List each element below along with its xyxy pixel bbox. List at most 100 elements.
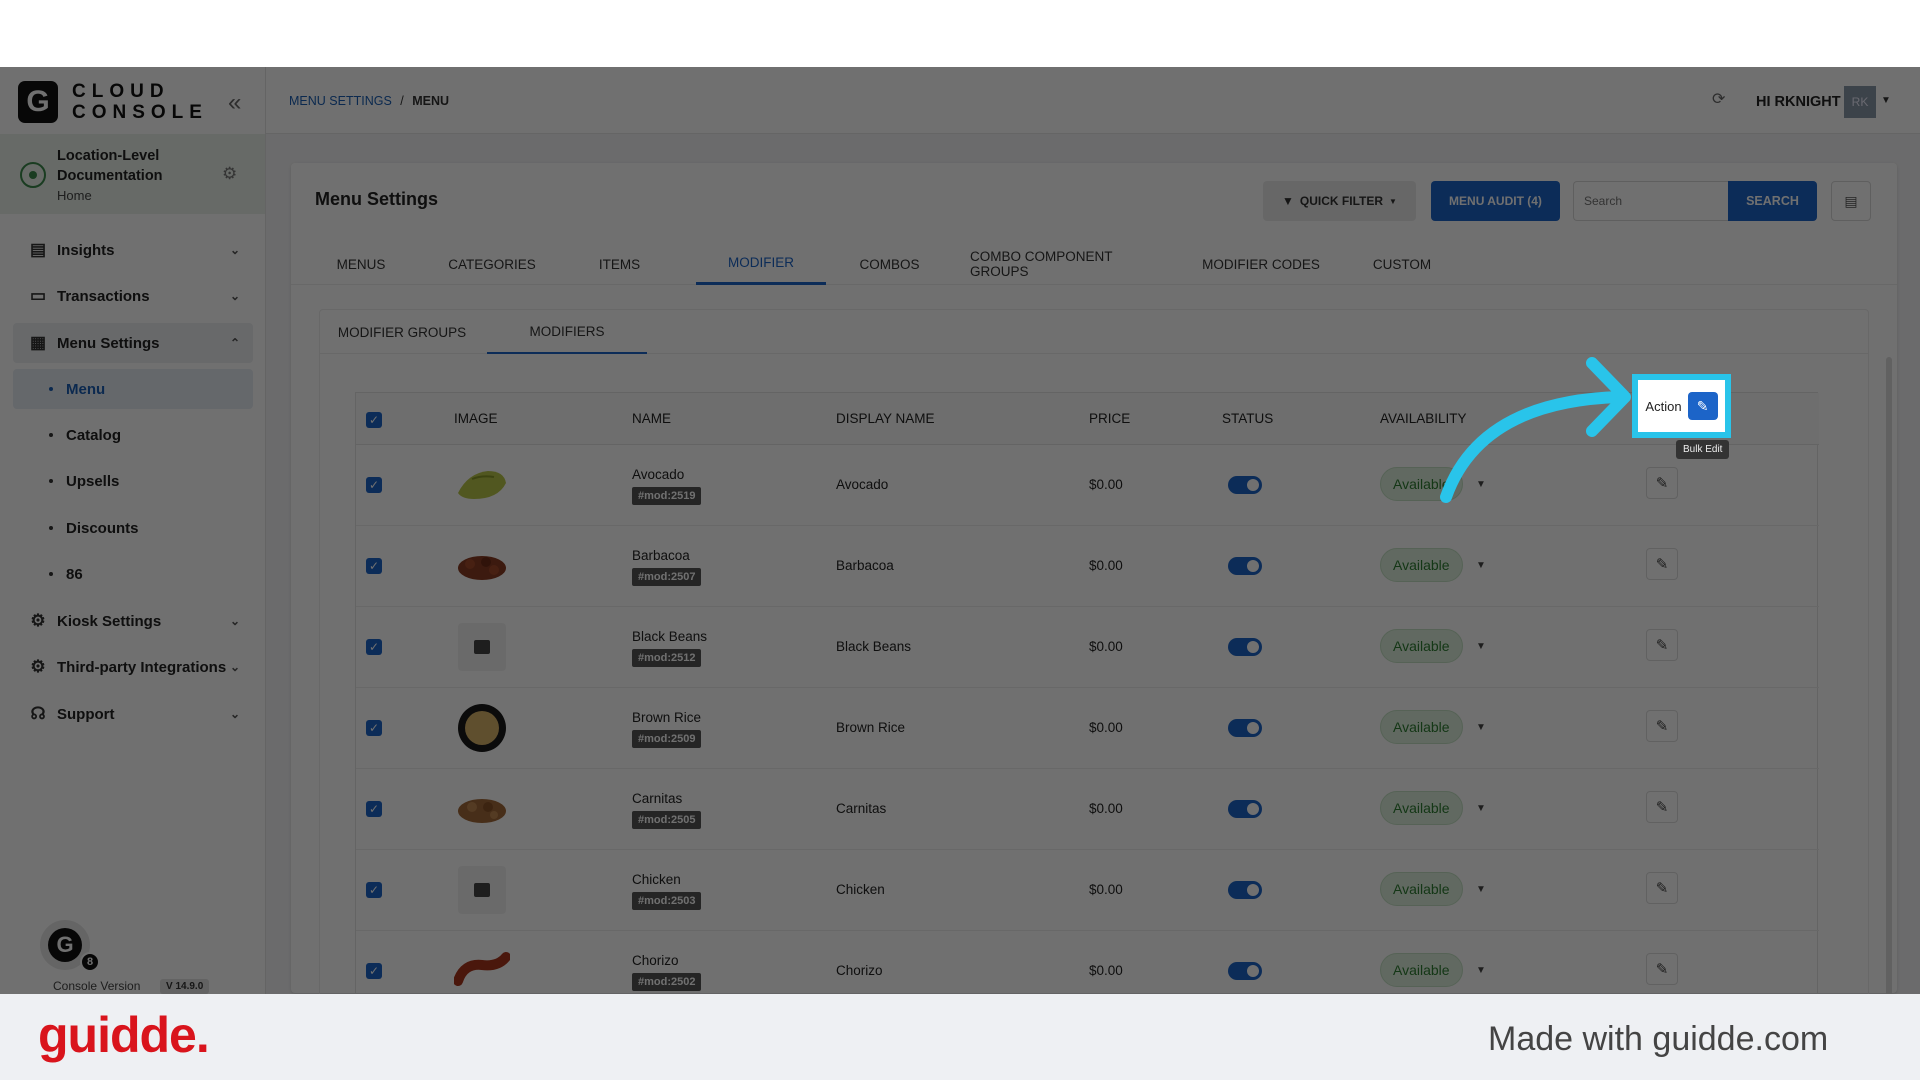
caret-down-icon[interactable]: ▼ (1476, 641, 1486, 652)
tab-combos[interactable]: COMBOS (856, 243, 923, 285)
availability-badge[interactable]: Available (1380, 710, 1463, 744)
tab-items[interactable]: ITEMS (588, 243, 651, 285)
subtab-modifiers[interactable]: MODIFIERS (487, 310, 647, 354)
sub-item-upsells[interactable]: Upsells (0, 461, 265, 501)
availability-badge[interactable]: Available (1380, 791, 1463, 825)
status-toggle[interactable] (1228, 638, 1262, 656)
action-bulk-edit-button[interactable]: Action ✎ (1632, 374, 1731, 438)
top-header: MENU SETTINGS / MENU ⟳ HI RKNIGHT RK ▼ (266, 67, 1920, 134)
tab-modifier-codes[interactable]: MODIFIER CODES (1202, 243, 1320, 285)
avocado-image (454, 461, 510, 509)
edit-icon[interactable]: ✎ (1646, 791, 1678, 823)
edit-icon[interactable]: ✎ (1646, 872, 1678, 904)
row-checkbox[interactable]: ✓ (366, 558, 382, 574)
tab-modifier[interactable]: MODIFIER (696, 243, 826, 285)
table-row[interactable]: ✓ Carnitas #mod:2505 Carnitas $0.00 Avai… (356, 769, 1819, 850)
availability-badge[interactable]: Available (1380, 629, 1463, 663)
user-avatar[interactable]: RK (1844, 86, 1876, 118)
sub-item-discounts[interactable]: Discounts (0, 508, 265, 548)
table-row[interactable]: ✓ Chorizo #mod:2502 Chorizo $0.00 Availa… (356, 931, 1819, 994)
sub-item-86[interactable]: 86 (0, 554, 265, 594)
table-row[interactable]: ✓ Black Beans #mod:2512 Black Beans $0.0… (356, 607, 1819, 688)
export-icon[interactable]: ▤ (1831, 181, 1871, 221)
gear-icon[interactable]: ⚙ (222, 164, 237, 184)
status-toggle[interactable] (1228, 476, 1262, 494)
tab-bar: MENUS CATEGORIES ITEMS MODIFIER COMBOS C… (291, 243, 1897, 285)
notification-badge: 8 (80, 952, 100, 972)
col-status: STATUS (1222, 411, 1274, 426)
availability-badge[interactable]: Available (1380, 872, 1463, 906)
col-name: NAME (632, 411, 672, 426)
row-tag: #mod:2519 (632, 487, 702, 505)
location-sub: Home (57, 188, 92, 203)
tab-categories[interactable]: CATEGORIES (435, 243, 549, 285)
location-selector[interactable]: Location-Level Documentation Home ⚙ (0, 134, 265, 214)
row-checkbox[interactable]: ✓ (366, 882, 382, 898)
edit-icon[interactable]: ✎ (1646, 467, 1678, 499)
status-toggle[interactable] (1228, 962, 1262, 980)
status-toggle[interactable] (1228, 800, 1262, 818)
tab-combo-component-groups[interactable]: COMBO COMPONENT GROUPS (970, 243, 1169, 285)
table-row[interactable]: ✓ Barbacoa #mod:2507 Barbacoa $0.00 Avai… (356, 526, 1819, 607)
row-name: Chorizo (632, 953, 679, 968)
chevron-down-icon: ⌄ (230, 707, 241, 721)
sub-label: Discounts (66, 519, 139, 537)
brown-rice-image (454, 704, 510, 752)
subtab-modifier-groups[interactable]: MODIFIER GROUPS (337, 310, 467, 354)
nav-third-party[interactable]: ⚙ Third-party Integrations ⌄ (0, 647, 265, 687)
row-name: Barbacoa (632, 548, 690, 563)
image-placeholder-icon (454, 866, 510, 914)
caret-down-icon[interactable]: ▼ (1476, 803, 1486, 814)
row-name: Brown Rice (632, 710, 702, 725)
row-checkbox[interactable]: ✓ (366, 801, 382, 817)
search-button[interactable]: SEARCH (1728, 181, 1817, 221)
tab-menus[interactable]: MENUS (325, 243, 397, 285)
breadcrumb-link[interactable]: MENU SETTINGS (289, 94, 392, 108)
refresh-icon[interactable]: ⟳ (1712, 89, 1725, 109)
integrations-icon: ⚙ (30, 657, 46, 676)
caret-down-icon[interactable]: ▼ (1476, 884, 1486, 895)
caret-down-icon[interactable]: ▼ (1476, 722, 1486, 733)
collapse-sidebar-icon[interactable]: « (228, 89, 241, 117)
nav-menu-settings[interactable]: ▦ Menu Settings ⌃ (0, 323, 265, 363)
search-input[interactable] (1573, 181, 1729, 221)
quick-filter-button[interactable]: ▼ QUICK FILTER ▼ (1263, 181, 1416, 221)
row-checkbox[interactable]: ✓ (366, 639, 382, 655)
row-checkbox[interactable]: ✓ (366, 477, 382, 493)
table-row[interactable]: ✓ Chicken #mod:2503 Chicken $0.00 Availa… (356, 850, 1819, 931)
edit-icon[interactable]: ✎ (1646, 548, 1678, 580)
nav-support[interactable]: ☊ Support ⌄ (0, 694, 265, 734)
status-toggle[interactable] (1228, 719, 1262, 737)
row-checkbox[interactable]: ✓ (366, 720, 382, 736)
sub-item-menu[interactable]: Menu (0, 369, 265, 409)
page-title: Menu Settings (315, 189, 439, 209)
tab-custom[interactable]: CUSTOM (1366, 243, 1438, 285)
caret-down-icon: ▼ (1389, 196, 1397, 206)
availability-badge[interactable]: Available (1380, 953, 1463, 987)
caret-down-icon[interactable]: ▼ (1881, 95, 1891, 106)
edit-icon[interactable]: ✎ (1646, 710, 1678, 742)
nav-transactions[interactable]: ▭ Transactions ⌄ (0, 276, 265, 316)
edit-icon[interactable]: ✎ (1646, 953, 1678, 985)
nav-kiosk-settings[interactable]: ⚙ Kiosk Settings ⌄ (0, 601, 265, 641)
select-all-checkbox[interactable]: ✓ (366, 412, 382, 428)
user-greeting[interactable]: HI RKNIGHT (1756, 94, 1841, 110)
nav-insights[interactable]: ▤ Insights ⌄ (0, 230, 265, 270)
menu-audit-button[interactable]: MENU AUDIT (4) (1431, 181, 1560, 221)
status-toggle[interactable] (1228, 557, 1262, 575)
row-checkbox[interactable]: ✓ (366, 963, 382, 979)
logo[interactable]: G CLOUD CONSOLE (18, 81, 208, 123)
sub-item-catalog[interactable]: Catalog (0, 415, 265, 455)
guidde-logo: guidde. (38, 1007, 210, 1063)
caret-down-icon[interactable]: ▼ (1476, 560, 1486, 571)
caret-down-icon[interactable]: ▼ (1476, 965, 1486, 976)
logo-line-1: CLOUD (72, 81, 170, 102)
nav-label: Insights (57, 241, 115, 259)
carnitas-image (454, 785, 510, 833)
edit-icon[interactable]: ✎ (1646, 629, 1678, 661)
availability-badge[interactable]: Available (1380, 548, 1463, 582)
table-row[interactable]: ✓ Brown Rice #mod:2509 Brown Rice $0.00 … (356, 688, 1819, 769)
chevron-down-icon: ⌄ (230, 614, 241, 628)
scrollbar[interactable] (1886, 357, 1892, 994)
status-toggle[interactable] (1228, 881, 1262, 899)
